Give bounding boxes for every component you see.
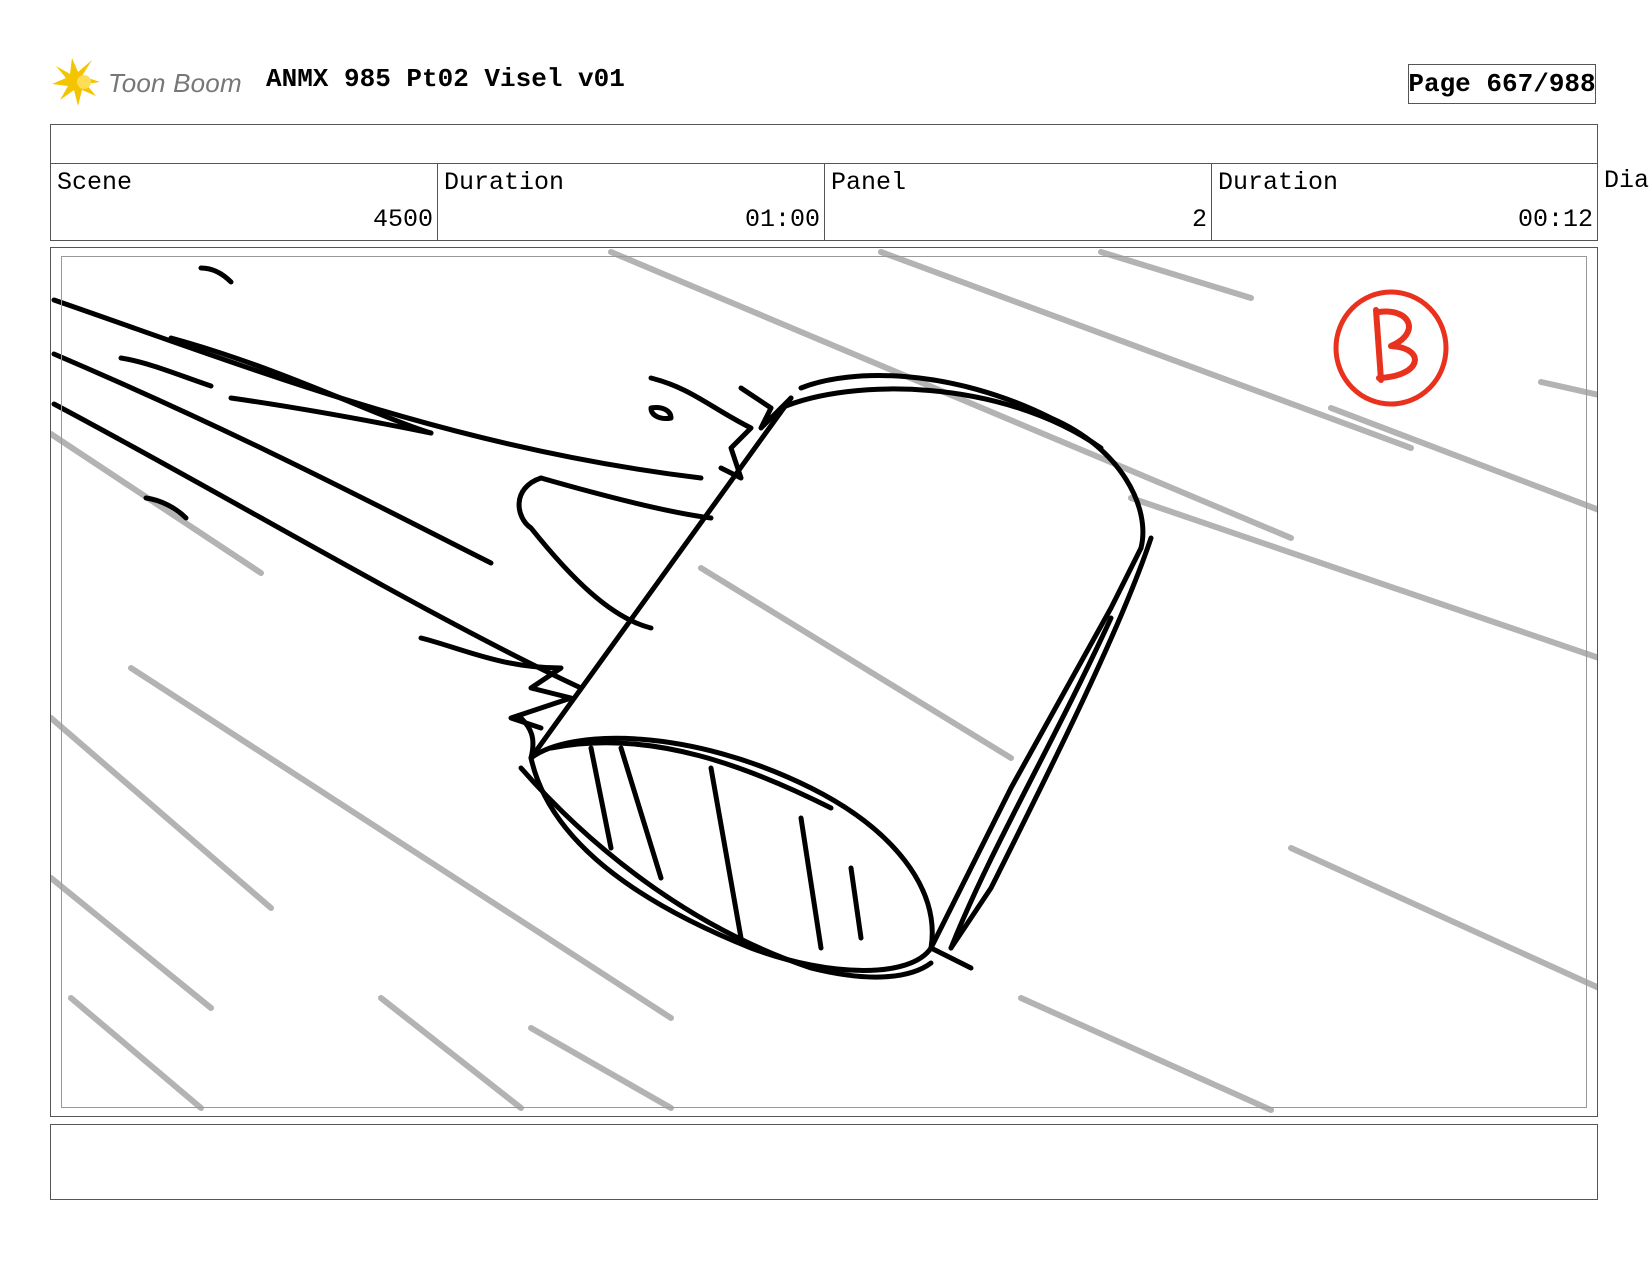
starburst-logo-icon	[52, 58, 100, 106]
scene-cell: Scene 4500	[51, 164, 438, 240]
panel-duration-label: Duration	[1218, 168, 1339, 197]
panel-cell: Panel 2	[825, 164, 1212, 240]
scene-label: Scene	[57, 168, 133, 197]
document-title: ANMX 985 Pt02 Visel v01	[266, 64, 625, 94]
scene-duration-value: 01:00	[744, 205, 820, 234]
panel-duration-value: 00:12	[1517, 205, 1593, 234]
dialogue-column-label: Dia	[1604, 166, 1650, 195]
toon-boom-logo: Toon Boom	[52, 56, 252, 108]
page-label: Page	[1408, 69, 1471, 99]
panel-duration-cell: Duration 00:12	[1212, 164, 1597, 240]
panel-letter-mark	[1333, 289, 1449, 407]
panel-label: Panel	[831, 168, 907, 197]
scene-duration-cell: Duration 01:00	[438, 164, 825, 240]
scene-duration-label: Duration	[444, 168, 565, 197]
hammer-sketch-image	[51, 249, 1597, 1113]
panel-info-table: Scene 4500 Duration 01:00 Panel 2 Durati…	[50, 124, 1598, 241]
storyboard-panel	[50, 247, 1598, 1117]
logo-text: Toon Boom	[108, 68, 242, 98]
hammer-ink-lines	[51, 265, 1154, 980]
page-indicator: Page 667/988	[1408, 64, 1596, 104]
info-top-row	[51, 125, 1597, 164]
page-number: 667/988	[1486, 69, 1596, 99]
dialogue-box	[50, 1124, 1598, 1200]
scene-number: 4500	[372, 205, 433, 234]
panel-number: 2	[1191, 205, 1207, 234]
